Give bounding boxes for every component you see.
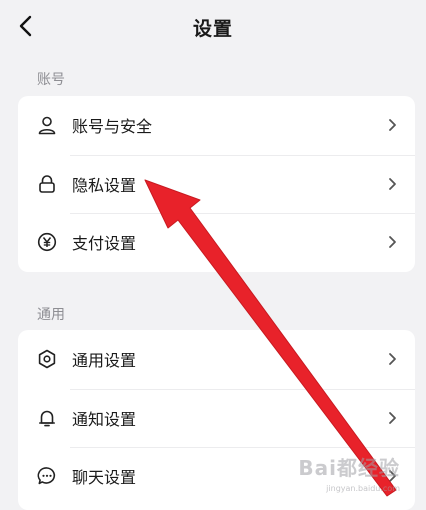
settings-item-label: 隐私设置 xyxy=(72,175,137,195)
section-label-account: 账号 xyxy=(37,72,65,88)
chevron-right-icon xyxy=(386,117,398,133)
settings-item-notification[interactable]: 通知设置 xyxy=(18,388,415,448)
chevron-right-icon xyxy=(386,410,398,426)
general-settings-card: 通用设置 通知设置 聊天设置 xyxy=(18,330,415,510)
settings-item-general[interactable]: 通用设置 xyxy=(18,330,415,389)
settings-item-label: 账号与安全 xyxy=(72,117,153,137)
chevron-right-icon xyxy=(386,176,398,192)
settings-item-label: 通知设置 xyxy=(72,409,137,429)
top-bar: 设置 xyxy=(0,0,426,56)
watermark-logo: Bai都经验 xyxy=(298,456,400,480)
settings-item-label: 通用设置 xyxy=(72,351,137,371)
watermark-url: jingyan.baidu.com xyxy=(326,484,400,493)
chevron-right-icon xyxy=(386,234,398,250)
lock-icon xyxy=(36,173,58,195)
chevron-right-icon xyxy=(386,351,398,367)
bell-icon xyxy=(36,407,58,429)
settings-item-privacy[interactable]: 隐私设置 xyxy=(18,154,415,214)
user-icon xyxy=(36,114,58,136)
settings-item-payment[interactable]: 支付设置 xyxy=(18,213,415,272)
page-title: 设置 xyxy=(192,18,233,40)
gear-icon xyxy=(36,348,58,370)
settings-item-label: 支付设置 xyxy=(72,234,137,254)
section-label-general: 通用 xyxy=(37,307,65,323)
yen-icon xyxy=(36,231,58,253)
settings-item-account-security[interactable]: 账号与安全 xyxy=(18,96,415,155)
account-settings-card: 账号与安全 隐私设置 支付设置 xyxy=(18,96,415,272)
chat-icon xyxy=(36,465,58,487)
